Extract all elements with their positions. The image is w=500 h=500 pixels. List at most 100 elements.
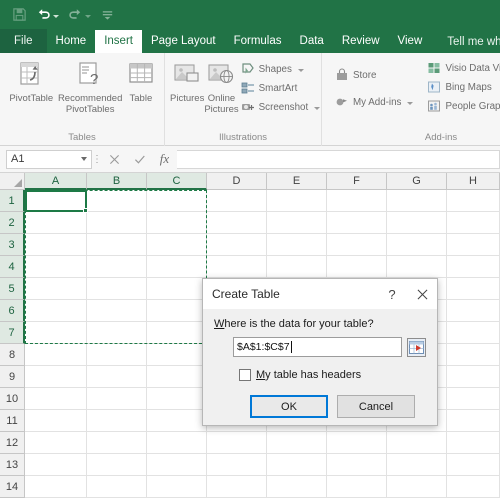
bing-maps-button[interactable]: Bing Maps [425,79,500,95]
cell-B13[interactable] [87,454,147,476]
column-header-g[interactable]: G [387,173,447,190]
column-header-d[interactable]: D [207,173,267,190]
insert-function-button[interactable]: fx [152,149,177,170]
people-graph-button[interactable]: People Graph [425,98,500,114]
cell-A5[interactable] [25,278,87,300]
ok-button[interactable]: OK [250,395,328,418]
screenshot-button[interactable]: Screenshot [239,99,323,115]
formula-input[interactable] [177,149,500,169]
cell-E1[interactable] [267,190,327,212]
row-header-8[interactable]: 8 [0,344,25,366]
cell-F13[interactable] [327,454,387,476]
cell-H12[interactable] [447,432,500,454]
table-button[interactable]: Table [123,58,159,104]
cell-B11[interactable] [87,410,147,432]
cell-G2[interactable] [387,212,447,234]
cell-A8[interactable] [25,344,87,366]
tell-me-search[interactable]: Tell me what [431,31,500,53]
select-all-button[interactable] [0,173,25,190]
enter-formula-button[interactable] [127,149,152,170]
cell-H8[interactable] [447,344,500,366]
cell-D2[interactable] [207,212,267,234]
cell-C6[interactable] [147,300,207,322]
cell-C2[interactable] [147,212,207,234]
tab-review[interactable]: Review [333,30,389,53]
cell-B10[interactable] [87,388,147,410]
row-header-5[interactable]: 5 [0,278,25,300]
tab-page-layout[interactable]: Page Layout [142,30,225,53]
cell-H10[interactable] [447,388,500,410]
cell-F2[interactable] [327,212,387,234]
visio-data-visualizer-button[interactable]: Visio Data Visu [425,60,500,76]
cell-H13[interactable] [447,454,500,476]
cell-B6[interactable] [87,300,147,322]
cell-G12[interactable] [387,432,447,454]
row-header-11[interactable]: 11 [0,410,25,432]
cell-C1[interactable] [147,190,207,212]
row-header-10[interactable]: 10 [0,388,25,410]
cell-B8[interactable] [87,344,147,366]
shapes-dropdown-caret[interactable] [297,69,304,72]
tab-insert[interactable]: Insert [95,30,142,53]
redo-button[interactable] [68,7,91,22]
cell-E2[interactable] [267,212,327,234]
row-header-2[interactable]: 2 [0,212,25,234]
undo-button[interactable] [36,7,59,22]
cell-E12[interactable] [267,432,327,454]
cell-C4[interactable] [147,256,207,278]
row-header-6[interactable]: 6 [0,300,25,322]
recommended-pivottables-button[interactable]: ? Recommended PivotTables [58,58,123,115]
cell-H1[interactable] [447,190,500,212]
cell-B12[interactable] [87,432,147,454]
column-header-c[interactable]: C [147,173,207,190]
cell-E4[interactable] [267,256,327,278]
cell-D1[interactable] [207,190,267,212]
cell-H9[interactable] [447,366,500,388]
customize-quick-access-toolbar-button[interactable] [100,7,115,22]
cell-B5[interactable] [87,278,147,300]
screenshot-dropdown-caret[interactable] [314,107,321,110]
cell-H14[interactable] [447,476,500,498]
cell-A3[interactable] [25,234,87,256]
cell-F4[interactable] [327,256,387,278]
range-selector-button[interactable] [407,337,426,357]
cell-C3[interactable] [147,234,207,256]
tab-data[interactable]: Data [291,30,333,53]
name-box-dropdown-caret[interactable] [81,157,87,161]
cell-A14[interactable] [25,476,87,498]
row-header-4[interactable]: 4 [0,256,25,278]
dialog-close-button[interactable] [407,280,437,309]
cell-F14[interactable] [327,476,387,498]
cancel-button[interactable]: Cancel [337,395,415,418]
column-header-a[interactable]: A [25,173,87,190]
cell-C5[interactable] [147,278,207,300]
cell-A11[interactable] [25,410,87,432]
cell-H5[interactable] [447,278,500,300]
row-header-3[interactable]: 3 [0,234,25,256]
cell-G14[interactable] [387,476,447,498]
tab-home[interactable]: Home [47,30,96,53]
cell-C14[interactable] [147,476,207,498]
cell-B7[interactable] [87,322,147,344]
cell-A9[interactable] [25,366,87,388]
cell-G13[interactable] [387,454,447,476]
cell-H4[interactable] [447,256,500,278]
cell-B4[interactable] [87,256,147,278]
column-header-b[interactable]: B [87,173,147,190]
cell-B3[interactable] [87,234,147,256]
my-table-has-headers-row[interactable]: My table has headers [214,357,426,381]
cell-F3[interactable] [327,234,387,256]
my-addins-dropdown-caret[interactable] [407,102,414,105]
cell-F1[interactable] [327,190,387,212]
cell-B14[interactable] [87,476,147,498]
dialog-help-button[interactable]: ? [377,280,407,309]
tab-formulas[interactable]: Formulas [225,30,291,53]
cell-C7[interactable] [147,322,207,344]
tab-view[interactable]: View [389,30,432,53]
smartart-button[interactable]: SmartArt [239,80,323,96]
cell-A10[interactable] [25,388,87,410]
cell-A2[interactable] [25,212,87,234]
cell-D4[interactable] [207,256,267,278]
pivottable-button[interactable]: PivotTable [5,58,58,104]
cell-H11[interactable] [447,410,500,432]
